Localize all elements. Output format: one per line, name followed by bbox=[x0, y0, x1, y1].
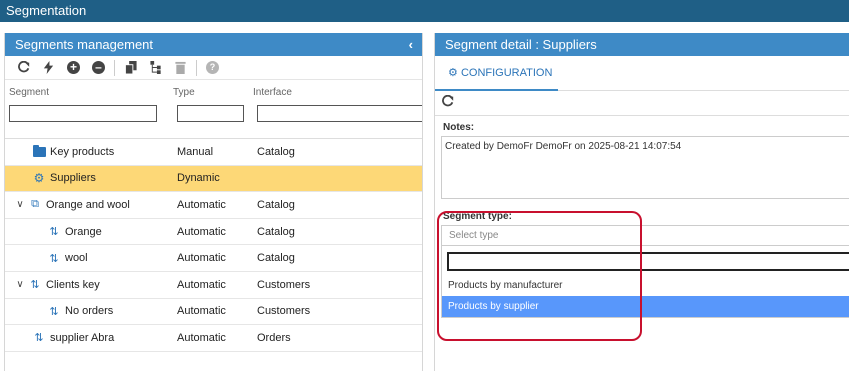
segments-toolbar: + – ? bbox=[5, 56, 422, 80]
segment-interface: Customers bbox=[257, 305, 311, 318]
bolt-icon[interactable] bbox=[36, 58, 61, 78]
help-icon[interactable]: ? bbox=[200, 58, 225, 78]
add-circle-icon[interactable]: + bbox=[61, 58, 86, 78]
segment-interface: Catalog bbox=[257, 198, 295, 211]
toolbar-separator bbox=[114, 59, 115, 76]
refresh-icon[interactable] bbox=[11, 58, 36, 78]
segment-name: Suppliers bbox=[50, 172, 96, 185]
panel-title: Segment detail : Suppliers bbox=[445, 37, 597, 52]
column-header-interface[interactable]: Interface bbox=[253, 87, 413, 98]
sync-icon: ⇅ bbox=[34, 332, 44, 345]
table-row[interactable]: ∨ ⧉ Orange and wool Automatic Catalog bbox=[5, 192, 422, 219]
sync-icon: ⇅ bbox=[30, 279, 40, 292]
segment-name: Orange bbox=[65, 225, 102, 238]
table-row-selected[interactable]: ⚙ Suppliers Dynamic bbox=[5, 165, 422, 193]
column-header-segment[interactable]: Segment bbox=[5, 87, 173, 98]
column-headers: Segment Type Interface bbox=[5, 80, 422, 105]
folder-icon bbox=[31, 144, 47, 157]
segment-type: Automatic bbox=[177, 252, 226, 265]
chevron-left-icon[interactable]: ‹ bbox=[409, 33, 413, 56]
segment-type: Dynamic bbox=[177, 172, 220, 185]
segments-management-panel: Segments management ‹ + – ? Segment Type… bbox=[4, 33, 423, 371]
segment-type: Automatic bbox=[177, 331, 226, 344]
segment-type: Automatic bbox=[177, 198, 226, 211]
dropdown-option-highlighted[interactable]: Products by supplier bbox=[442, 296, 849, 317]
sync-icon: ⇅ bbox=[49, 305, 59, 318]
table-row[interactable]: Key products Manual Catalog bbox=[5, 139, 422, 166]
detail-tabs: ⚙ CONFIGURATION bbox=[435, 56, 849, 91]
copy-icon: ⧉ bbox=[31, 198, 39, 211]
help-glyph: ? bbox=[206, 61, 219, 74]
app-title: Segmentation bbox=[6, 3, 87, 18]
type-filter-input[interactable] bbox=[177, 105, 244, 122]
segment-type: Automatic bbox=[177, 305, 226, 318]
dropdown-search-input[interactable] bbox=[447, 252, 849, 271]
segment-detail-panel: Segment detail : Suppliers ⚙ CONFIGURATI… bbox=[434, 33, 849, 371]
chevron-down-icon[interactable]: ∨ bbox=[13, 279, 27, 290]
segment-type-select[interactable]: Select type bbox=[441, 225, 849, 246]
tab-configuration[interactable]: ⚙ CONFIGURATION bbox=[435, 56, 558, 91]
segment-type: Manual bbox=[177, 145, 214, 158]
tab-label: CONFIGURATION bbox=[460, 67, 553, 79]
refresh-icon[interactable] bbox=[441, 94, 454, 111]
segment-interface: Catalog bbox=[257, 225, 295, 238]
segments-table: Key products Manual Catalog ⚙ Suppliers D… bbox=[5, 139, 422, 352]
notes-label: Notes: bbox=[443, 122, 475, 133]
notes-textarea[interactable]: Created by DemoFr DemoFr on 2025-08-21 1… bbox=[441, 136, 849, 199]
segment-interface: Catalog bbox=[257, 145, 295, 158]
segment-interface: Orders bbox=[257, 331, 291, 344]
table-row[interactable]: ⇅ supplier Abra Automatic Orders bbox=[5, 325, 422, 352]
dynamic-gear-icon: ⚙ bbox=[33, 171, 45, 186]
table-row[interactable]: ⇅ Orange Automatic Catalog bbox=[5, 219, 422, 246]
detail-toolbar bbox=[435, 91, 849, 116]
trash-icon[interactable] bbox=[168, 58, 193, 78]
interface-filter-input[interactable] bbox=[257, 105, 422, 122]
segment-interface: Customers bbox=[257, 278, 311, 291]
panel-header: Segment detail : Suppliers bbox=[435, 33, 849, 56]
toolbar-separator bbox=[196, 59, 197, 76]
table-row[interactable]: ∨ ⇅ Clients key Automatic Customers bbox=[5, 272, 422, 299]
segment-interface: Catalog bbox=[257, 252, 295, 265]
chevron-down-icon[interactable]: ∨ bbox=[13, 199, 27, 210]
table-row[interactable]: ⇅ wool Automatic Catalog bbox=[5, 245, 422, 272]
column-header-type[interactable]: Type bbox=[173, 87, 253, 98]
sync-icon: ⇅ bbox=[49, 226, 59, 239]
segment-name: wool bbox=[65, 252, 88, 265]
dropdown-search-wrap bbox=[442, 246, 849, 275]
segment-name: No orders bbox=[65, 305, 114, 318]
table-row[interactable]: ⇅ No orders Automatic Customers bbox=[5, 299, 422, 326]
segment-name: Orange and wool bbox=[46, 198, 130, 211]
spacer bbox=[0, 22, 849, 33]
panel-title: Segments management bbox=[15, 37, 154, 52]
gear-icon: ⚙ bbox=[448, 67, 458, 79]
segment-name: Key products bbox=[50, 145, 115, 158]
segment-type: Automatic bbox=[177, 278, 226, 291]
segment-name: Clients key bbox=[46, 278, 100, 291]
segment-filter-input[interactable] bbox=[9, 105, 157, 122]
segment-name: supplier Abra bbox=[50, 331, 115, 344]
sync-icon: ⇅ bbox=[49, 252, 59, 265]
remove-circle-icon[interactable]: – bbox=[86, 58, 111, 78]
copy-icon[interactable] bbox=[118, 58, 143, 78]
filter-row bbox=[5, 105, 422, 139]
segment-type: Automatic bbox=[177, 225, 226, 238]
app-title-bar: Segmentation bbox=[0, 0, 849, 22]
dropdown-option[interactable]: Products by manufacturer bbox=[442, 275, 849, 296]
segment-type-dropdown: Products by manufacturer Products by sup… bbox=[441, 246, 849, 318]
tree-icon[interactable] bbox=[143, 58, 168, 78]
segment-type-label: Segment type: bbox=[443, 211, 512, 222]
app-root: Segmentation Segments management ‹ + – ?… bbox=[0, 0, 849, 371]
panel-header: Segments management ‹ bbox=[5, 33, 422, 56]
